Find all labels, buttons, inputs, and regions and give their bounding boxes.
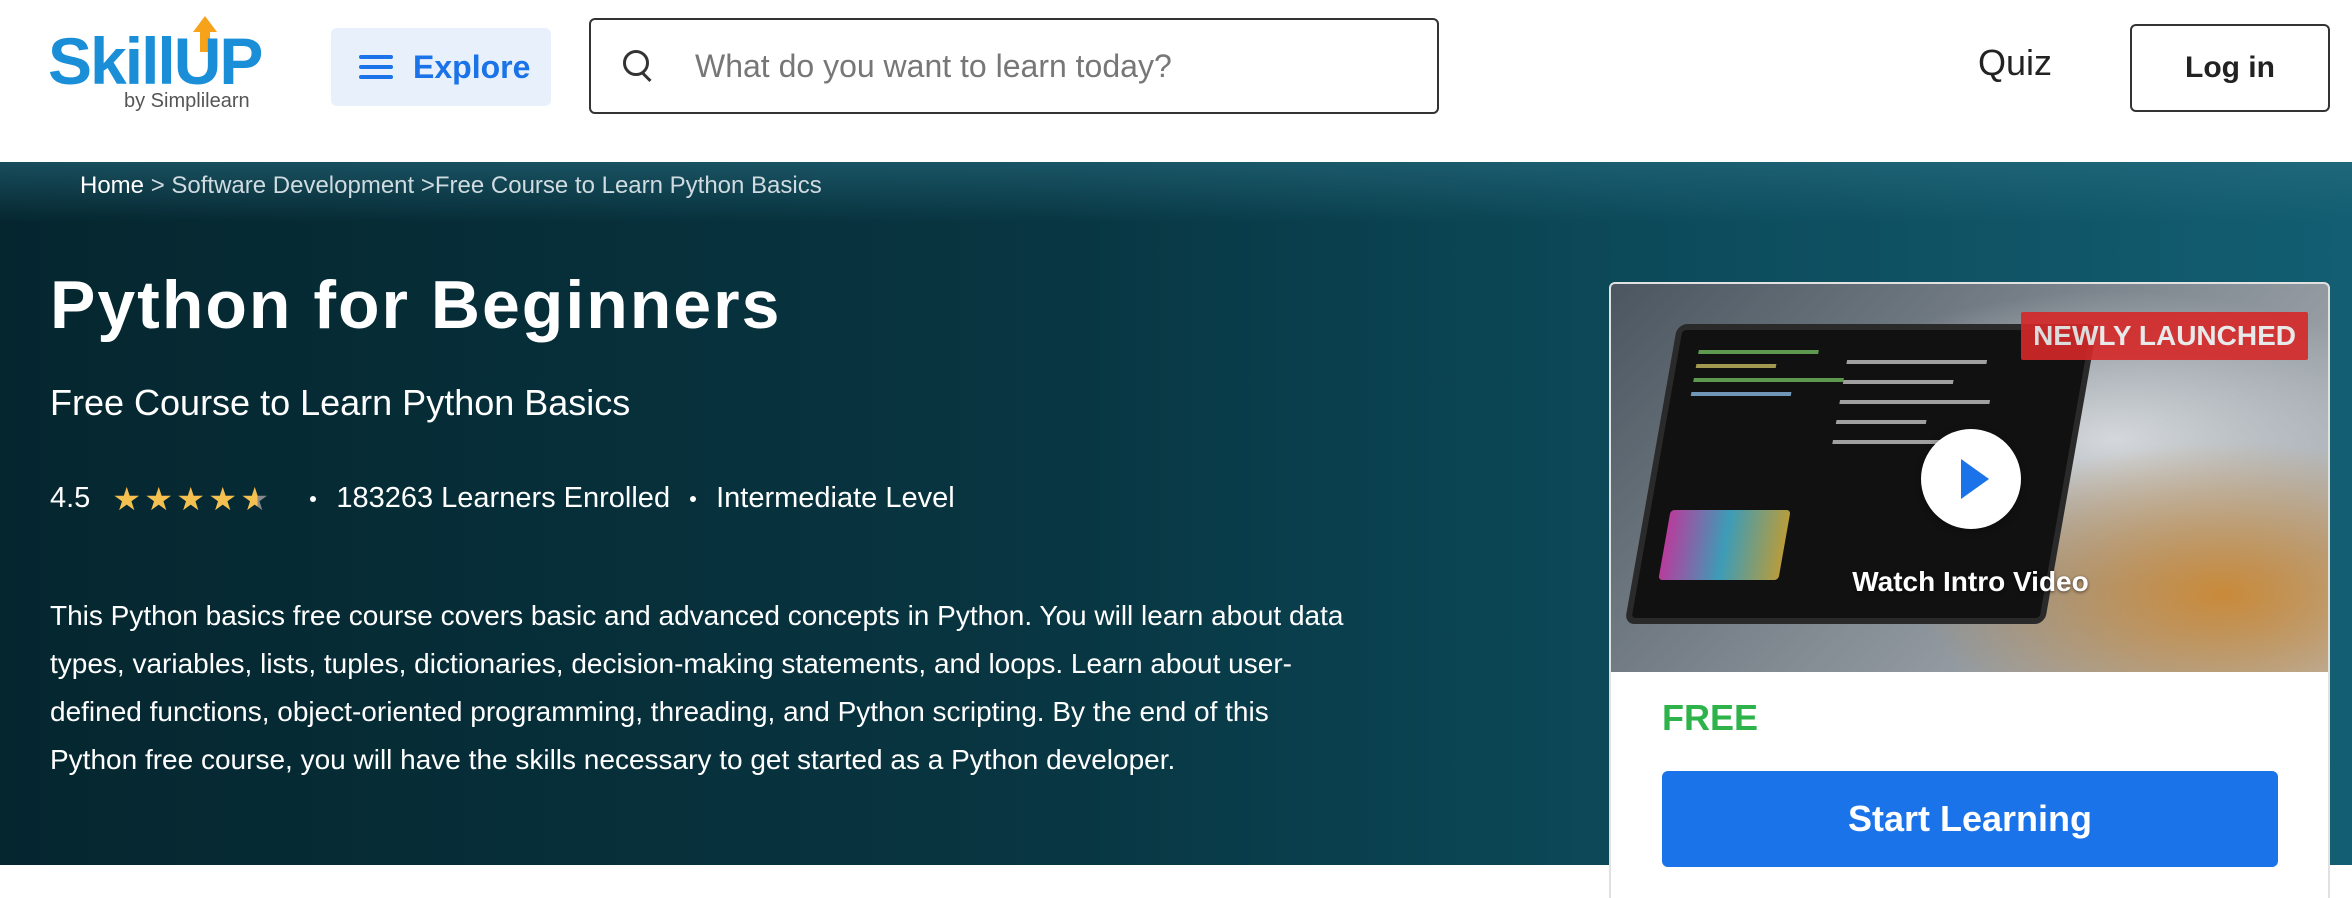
meta-separator	[690, 495, 697, 502]
explore-label: Explore	[413, 48, 531, 85]
course-level: Intermediate Level	[716, 482, 955, 514]
logo-subtext: by Simplilearn	[124, 90, 250, 112]
course-description: This Python basics free course covers ba…	[50, 600, 1344, 775]
start-learning-button[interactable]: Start Learning	[1662, 771, 2278, 867]
learners-count: 183263 Learners Enrolled	[336, 482, 671, 514]
menu-icon	[359, 55, 393, 79]
star-icon: ★	[176, 480, 206, 517]
search-icon[interactable]	[623, 50, 655, 82]
page-subtitle: Free Course to Learn Python Basics	[50, 382, 631, 423]
watch-intro-label[interactable]: Watch Intro Video	[1611, 566, 2328, 598]
intro-video-thumbnail[interactable]: NEWLY LAUNCHED Watch Intro Video	[1611, 284, 2328, 672]
logo-text: SkillUP	[48, 24, 263, 98]
breadcrumb: Home > Software Development >Free Course…	[80, 172, 822, 200]
newly-launched-badge: NEWLY LAUNCHED	[2021, 312, 2308, 360]
search-input[interactable]	[695, 47, 1395, 85]
page-title: Python for Beginners	[50, 267, 782, 343]
star-icon: ★	[112, 480, 142, 517]
breadcrumb-category[interactable]: Software Development	[171, 172, 414, 199]
rating-value: 4.5	[50, 482, 91, 514]
meta-separator	[310, 495, 317, 502]
play-button[interactable]	[1921, 429, 2021, 529]
skillup-logo[interactable]: SkillUP by Simplilearn	[48, 16, 268, 116]
enroll-card: NEWLY LAUNCHED Watch Intro Video FREE St…	[1609, 282, 2330, 898]
star-icon: ★	[144, 480, 174, 517]
breadcrumb-current: Free Course to Learn Python Basics	[434, 172, 822, 199]
search-box[interactable]	[589, 18, 1439, 114]
course-meta: 4.5 ★ ★ ★ ★ ★ 183263 Learners Enrolled I…	[50, 482, 955, 515]
quiz-link[interactable]: Quiz	[1978, 42, 2052, 84]
breadcrumb-separator: >	[144, 172, 172, 199]
login-button[interactable]: Log in	[2130, 24, 2330, 112]
explore-button[interactable]: Explore	[331, 28, 551, 106]
breadcrumb-home[interactable]: Home	[80, 172, 144, 199]
price-label: FREE	[1662, 697, 1759, 738]
site-header: SkillUP by Simplilearn Explore Quiz Log …	[0, 0, 2352, 162]
play-icon	[1961, 459, 1989, 499]
breadcrumb-separator: >	[414, 172, 435, 199]
half-star-icon: ★	[240, 483, 272, 515]
rating-stars: ★ ★ ★ ★ ★	[112, 483, 272, 515]
star-icon: ★	[208, 480, 238, 517]
